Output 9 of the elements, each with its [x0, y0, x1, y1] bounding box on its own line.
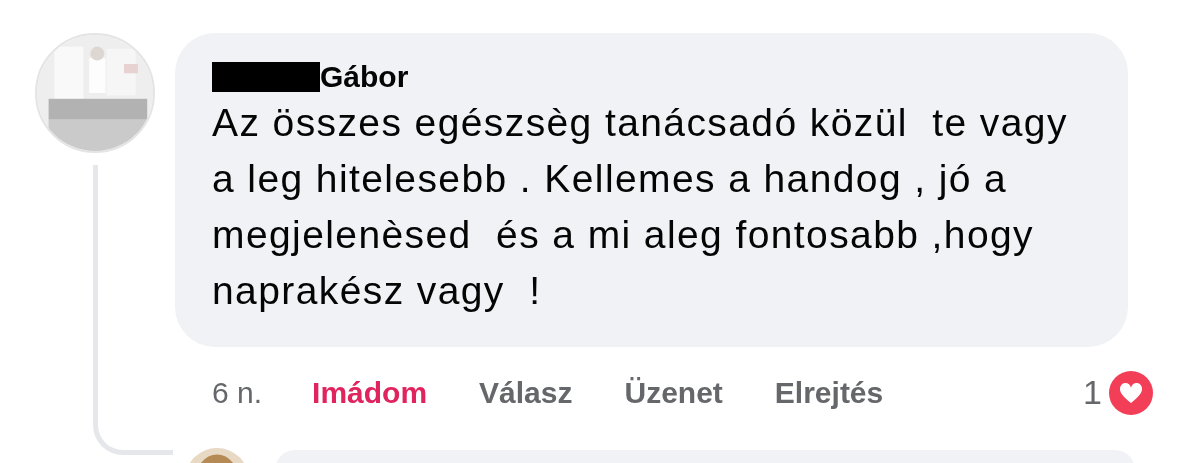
author-name[interactable]: Gábor	[320, 59, 409, 95]
action-link[interactable]: Imádom	[312, 370, 428, 415]
comment-text: Az összes egészsèg tanácsadó közül te vagy a leg hitelesebb . Kellemes a handog , jó a megjelenèsed és a mi aleg fontosabb ,hogy naprakész vagy !	[212, 100, 1069, 314]
reaction-count: 1	[1083, 372, 1102, 413]
action-link[interactable]: Válasz	[479, 370, 573, 415]
heart-reaction-icon[interactable]	[1108, 369, 1154, 416]
timestamp: 6 n.	[212, 375, 263, 411]
action-link[interactable]: Üzenet	[624, 370, 723, 415]
action-link[interactable]: Elrejtés	[774, 370, 884, 415]
